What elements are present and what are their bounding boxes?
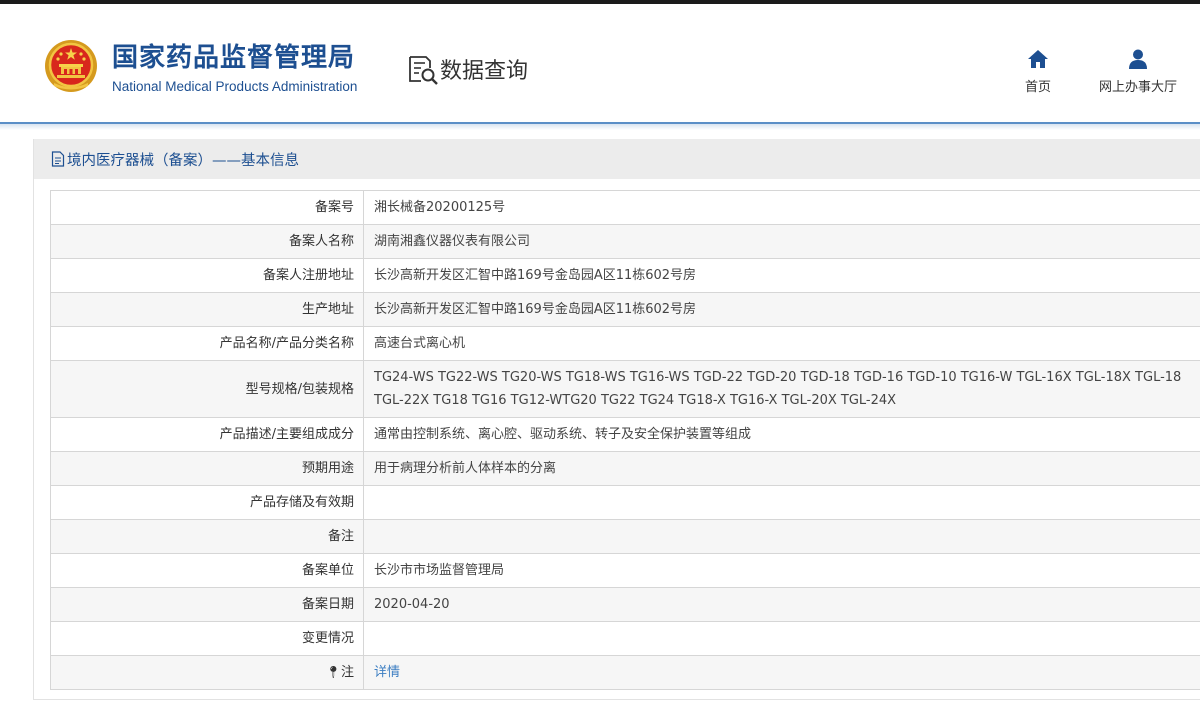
table-row: 型号规格/包装规格 TG24-WS TG22-WS TG20-WS TG18-W… bbox=[50, 360, 1200, 418]
table-row: 生产地址 长沙高新开发区汇智中路169号金岛园A区11栋602号房 bbox=[50, 292, 1200, 327]
table-row: 备案日期 2020-04-20 bbox=[50, 587, 1200, 622]
table-row: 备注 bbox=[50, 519, 1200, 554]
data-search-title-block[interactable]: 数据查询 bbox=[406, 52, 528, 86]
row-label: 备案人注册地址 bbox=[50, 258, 364, 293]
row-value: 长沙高新开发区汇智中路169号金岛园A区11栋602号房 bbox=[363, 292, 1200, 327]
table-row: 产品名称/产品分类名称 高速台式离心机 bbox=[50, 326, 1200, 361]
org-name-cn: 国家药品监督管理局 bbox=[112, 43, 356, 73]
row-value bbox=[363, 519, 1200, 554]
header-divider-shadow bbox=[0, 124, 1200, 130]
home-icon bbox=[1028, 50, 1048, 68]
record-detail-table: 备案号 湘长械备20200125号 备案人名称 湖南湘鑫仪器仪表有限公司 备案人… bbox=[50, 190, 1200, 690]
row-value: TG24-WS TG22-WS TG20-WS TG18-WS TG16-WS … bbox=[363, 360, 1200, 418]
user-icon bbox=[1129, 49, 1147, 69]
row-value: 2020-04-20 bbox=[363, 587, 1200, 622]
row-label: 备案日期 bbox=[50, 587, 364, 622]
row-label: 生产地址 bbox=[50, 292, 364, 327]
note-label: 注 bbox=[340, 665, 354, 680]
row-label: 备案号 bbox=[50, 190, 364, 225]
row-value bbox=[363, 485, 1200, 520]
table-row: 备案号 湘长械备20200125号 bbox=[50, 190, 1200, 225]
row-value: 通常由控制系统、离心腔、驱动系统、转子及安全保护装置等组成 bbox=[363, 417, 1200, 452]
row-label: 预期用途 bbox=[50, 451, 364, 486]
panel-header: 境内医疗器械（备案）——基本信息 bbox=[34, 139, 1200, 179]
row-value: 湖南湘鑫仪器仪表有限公司 bbox=[363, 224, 1200, 259]
panel-title: 境内医疗器械（备案）——基本信息 bbox=[67, 152, 299, 169]
row-label: 备案人名称 bbox=[50, 224, 364, 259]
table-row: 备案单位 长沙市市场监督管理局 bbox=[50, 553, 1200, 588]
row-label: 变更情况 bbox=[50, 621, 364, 656]
data-search-title: 数据查询 bbox=[440, 59, 529, 84]
table-row: 备案人注册地址 长沙高新开发区汇智中路169号金岛园A区11栋602号房 bbox=[50, 258, 1200, 293]
row-value: 长沙高新开发区汇智中路169号金岛园A区11栋602号房 bbox=[363, 258, 1200, 293]
nav-online-hall-label: 网上办事大厅 bbox=[1098, 80, 1177, 95]
row-value: 湘长械备20200125号 bbox=[363, 190, 1200, 225]
table-row: 预期用途 用于病理分析前人体样本的分离 bbox=[50, 451, 1200, 486]
record-panel: 境内医疗器械（备案）——基本信息 备案号 湘长械备20200125号 备案人名称… bbox=[33, 139, 1200, 700]
table-row: 产品描述/主要组成成分 通常由控制系统、离心腔、驱动系统、转子及安全保护装置等组… bbox=[50, 417, 1200, 452]
org-name-en: National Medical Products Administration bbox=[112, 79, 358, 94]
nav-home-label: 首页 bbox=[1024, 80, 1051, 95]
row-label: 型号规格/包装规格 bbox=[50, 360, 364, 418]
pin-icon: 📍︎ bbox=[325, 665, 341, 679]
row-value: 用于病理分析前人体样本的分离 bbox=[363, 451, 1200, 486]
national-emblem-icon bbox=[45, 40, 97, 92]
row-value bbox=[363, 621, 1200, 656]
table-row: 📍︎注 详情 bbox=[50, 655, 1200, 690]
table-row: 备案人名称 湖南湘鑫仪器仪表有限公司 bbox=[50, 224, 1200, 259]
row-label: 产品存储及有效期 bbox=[50, 485, 364, 520]
row-label-note: 📍︎注 bbox=[50, 655, 364, 690]
details-link[interactable]: 详情 bbox=[374, 665, 400, 680]
row-label: 产品名称/产品分类名称 bbox=[50, 326, 364, 361]
row-label: 产品描述/主要组成成分 bbox=[50, 417, 364, 452]
data-search-icon bbox=[409, 56, 438, 85]
row-label: 备案单位 bbox=[50, 553, 364, 588]
table-row: 产品存储及有效期 bbox=[50, 485, 1200, 520]
table-row: 变更情况 bbox=[50, 621, 1200, 656]
row-value: 高速台式离心机 bbox=[363, 326, 1200, 361]
document-icon bbox=[51, 151, 65, 167]
row-value-link: 详情 bbox=[363, 655, 1200, 690]
row-value: 长沙市市场监督管理局 bbox=[363, 553, 1200, 588]
row-label: 备注 bbox=[50, 519, 364, 554]
nav-home[interactable]: 首页 bbox=[1018, 48, 1058, 95]
site-header: 国家药品监督管理局 National Medical Products Admi… bbox=[0, 4, 1200, 122]
nav-online-hall[interactable]: 网上办事大厅 bbox=[1090, 48, 1186, 95]
